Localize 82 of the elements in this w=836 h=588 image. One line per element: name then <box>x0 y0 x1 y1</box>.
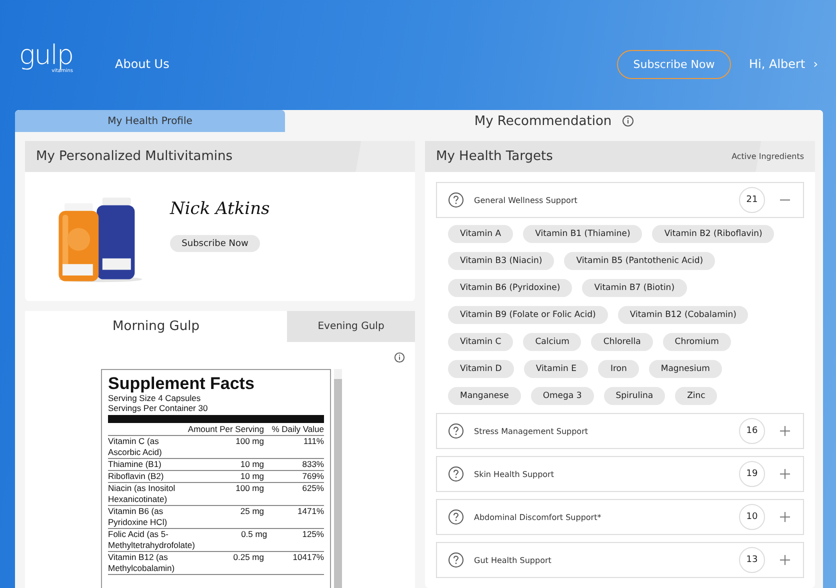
plus-icon[interactable] <box>779 511 791 523</box>
target-name: Gut Health Support <box>474 556 552 564</box>
daily-value: 833% <box>301 459 324 470</box>
count-badge: 21 <box>739 187 765 213</box>
tab[interactable]: My Health Profile <box>15 110 285 132</box>
daily-value: 10417% <box>292 552 324 564</box>
count-badge: 19 <box>739 461 765 487</box>
accordion-row[interactable]: Gut Health Support 13 <box>436 542 804 578</box>
plus-icon[interactable] <box>779 425 791 437</box>
ingredient-tag: Vitamin B12 (Cobalamin) <box>618 306 748 324</box>
column-header: % Daily Value <box>270 424 324 435</box>
target-name: Skin Health Support <box>474 470 555 478</box>
nutrient-name: Vitamin B6 (as Pyridoxine HCl) <box>108 506 168 528</box>
help-icon <box>448 466 464 482</box>
signature: Nick Atkins <box>170 199 270 219</box>
plus-icon[interactable] <box>779 554 791 566</box>
accordion-row[interactable]: Stress Management Support 16 <box>436 413 804 449</box>
ingredient-tag: Vitamin B6 (Pyridoxine) <box>448 279 572 297</box>
ingredient-tag: Manganese <box>448 387 521 405</box>
target-name: Stress Management Support <box>474 426 589 436</box>
column-header: Amount Per Serving <box>188 424 264 435</box>
plus-icon[interactable] <box>779 468 791 480</box>
daily-value: 125% <box>301 529 324 541</box>
card-title: My Personalized Multivitamins <box>36 149 233 164</box>
ingredient-tag: Vitamin B5 (Pantothenic Acid) <box>564 252 716 270</box>
count-badge: 16 <box>739 418 765 444</box>
info-icon <box>622 115 634 127</box>
ingredient-tag: Vitamin E <box>524 360 588 378</box>
ingredient-tag: Vitamin B3 (Niacin) <box>448 252 554 270</box>
nutrient-name: Riboflavin (B2) <box>108 471 165 482</box>
scrollbar[interactable] <box>334 369 342 588</box>
daily-value: 1471% <box>296 506 324 518</box>
column-label: Active Ingredients <box>732 152 804 161</box>
nutrient-amount: 100 mg <box>234 483 264 495</box>
nutrient-amount: 0.5 mg <box>240 529 268 541</box>
ingredient-tag: Magnesium <box>648 360 722 378</box>
ingredient-tag: Vitamin B7 (Biotin) <box>582 279 687 297</box>
accordion-row[interactable]: General Wellness Support 21 <box>436 182 804 218</box>
nav-link[interactable]: About Us <box>115 57 170 71</box>
target-name: Abdominal Discomfort Support* <box>474 512 602 522</box>
subscribe-button[interactable]: Subscribe Now <box>170 235 260 252</box>
ingredient-tag: Vitamin C <box>448 333 514 351</box>
nutrient-amount: 100 mg <box>234 436 264 448</box>
card-title: My Health Targets <box>436 149 553 164</box>
ingredient-tag: Iron <box>598 360 639 378</box>
ingredient-tag: Vitamin A <box>448 225 514 243</box>
ingredient-tag: Vitamin B2 (Riboflavin) <box>652 225 774 243</box>
target-name: General Wellness Support <box>474 196 578 204</box>
nutrient-amount: 0.25 mg <box>232 552 264 564</box>
serving-size: Serving Size 4 Capsules <box>108 393 202 403</box>
ingredient-tag: Spirulina <box>604 387 666 405</box>
nutrient-name: Vitamin B12 (as Methylcobalamin) <box>108 552 176 574</box>
ingredient-tag: Chromium <box>662 333 731 351</box>
nutrient-amount: 25 mg <box>239 506 264 518</box>
facts-title: Supplement Facts <box>108 375 256 393</box>
nutrient-amount: 10 mg <box>239 459 264 470</box>
count-badge: 10 <box>739 504 765 530</box>
help-icon <box>448 552 464 568</box>
servings-per-container: Servings Per Container 30 <box>108 403 324 413</box>
nutrient-name: Vitamin C (as Ascorbic Acid) <box>108 436 163 458</box>
nutrient-amount: 10 mg <box>239 471 264 482</box>
count-badge: 13 <box>739 547 765 573</box>
ingredient-tag: Chlorella <box>591 333 653 351</box>
nutrient-name: Niacin (as Inositol Hexanicotinate) <box>108 483 176 505</box>
ingredient-tag: Vitamin D <box>448 360 514 378</box>
help-icon <box>448 192 464 208</box>
ingredient-tag: Vitamin B9 (Folate or Folic Acid) <box>448 306 608 324</box>
daily-value: 625% <box>301 483 324 495</box>
daily-value: 111% <box>302 436 324 448</box>
accordion-row[interactable]: Abdominal Discomfort Support* 10 <box>436 499 804 535</box>
ingredient-tag: Omega 3 <box>530 387 594 405</box>
tab[interactable]: Evening Gulp <box>287 311 415 342</box>
accordion-row[interactable]: Skin Health Support 19 <box>436 456 804 492</box>
help-icon <box>448 509 464 525</box>
info-icon[interactable] <box>394 352 405 363</box>
nutrient-name: Folic Acid (as 5-Methyltetrahydrofolate) <box>108 529 195 551</box>
ingredient-tag: Vitamin B1 (Thiamine) <box>523 225 642 243</box>
ingredient-tag: Zinc <box>675 387 718 405</box>
ingredient-tag: Calcium <box>523 333 582 351</box>
help-icon <box>448 423 464 439</box>
daily-value: 769% <box>301 471 324 482</box>
nutrient-name: Thiamine (B1) <box>108 459 162 470</box>
